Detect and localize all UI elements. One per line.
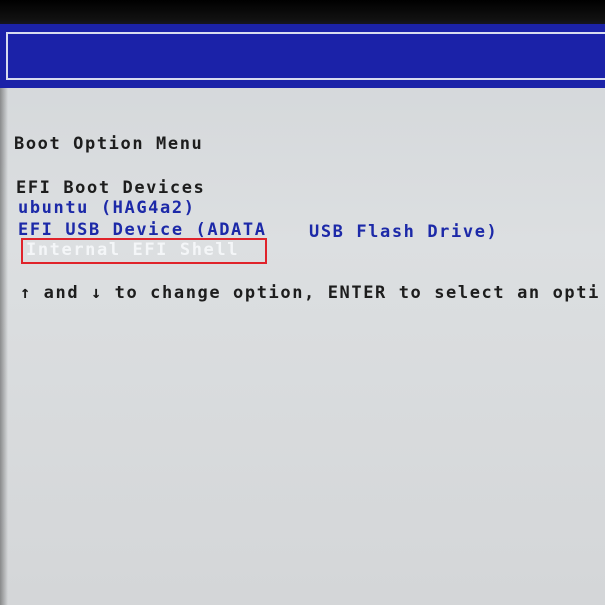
- boot-devices-heading: EFI Boot Devices: [16, 178, 206, 198]
- bios-screen: Boot Option Menu EFI Boot Devices ubuntu…: [0, 0, 605, 605]
- title-bar: [0, 24, 605, 88]
- boot-option-ubuntu[interactable]: ubuntu (HAG4a2): [18, 198, 196, 218]
- selection-highlight-box: [21, 238, 267, 264]
- screen-edge-shadow: [0, 88, 8, 605]
- boot-option-usb-device-model[interactable]: USB Flash Drive): [309, 222, 498, 242]
- menu-title: Boot Option Menu: [14, 134, 204, 154]
- title-bar-frame: [6, 32, 605, 80]
- boot-option-usb-device[interactable]: EFI USB Device (ADATA: [18, 220, 267, 240]
- navigation-hint: ↑ and ↓ to change option, ENTER to selec…: [20, 283, 600, 303]
